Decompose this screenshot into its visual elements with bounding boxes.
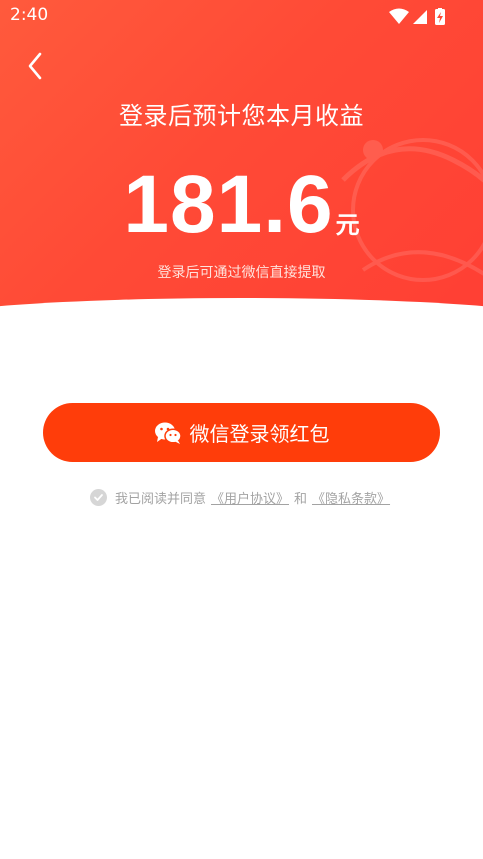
earnings-subtext: 登录后可通过微信直接提取 [157,265,326,281]
login-button-label: 微信登录领红包 [189,422,330,446]
amount-value: 181.6 [123,159,334,250]
wifi-icon [389,8,409,24]
privacy-policy-link[interactable]: 《隐私条款》 [312,488,390,507]
agreement-checkbox[interactable] [89,488,107,506]
earnings-amount: 181.6元 [0,160,483,250]
wechat-icon [154,422,182,444]
battery-icon [435,8,445,25]
amount-unit: 元 [335,211,360,239]
agreement-conjunction: 和 [294,491,308,507]
status-icons [389,8,445,25]
status-bar: 2:40 [0,0,483,32]
agreement-row: 我已阅读并同意 《用户协议》 和 《隐私条款》 [0,486,483,508]
wechat-login-button[interactable]: 微信登录领红包 [43,403,440,462]
signal-icon [413,10,427,24]
chevron-left-icon [28,52,42,80]
hero-curve [0,298,483,320]
agreement-prefix: 我已阅读并同意 [114,491,206,507]
back-button[interactable] [20,50,52,82]
check-icon [94,493,103,501]
status-time: 2:40 [10,5,49,25]
earnings-headline: 登录后预计您本月收益 [119,102,364,130]
user-agreement-link[interactable]: 《用户协议》 [211,488,289,507]
